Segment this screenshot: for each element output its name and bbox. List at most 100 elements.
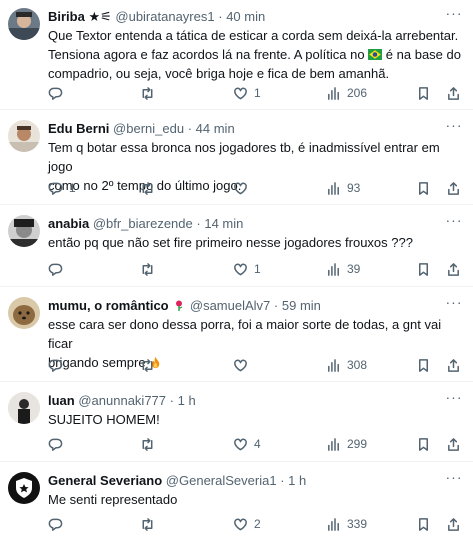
views-button[interactable]: 93 [326,178,360,198]
view-count: 206 [347,86,368,100]
repost-icon [142,86,153,100]
views-icon [328,437,339,451]
tweet-text-fragment: Tensiona agora e faz acordos lá na frent… [48,47,365,62]
separator: · [196,216,201,231]
views-icon [328,262,339,276]
views-button[interactable]: 299 [326,434,367,454]
reply-icon [48,263,63,276]
like-button[interactable]: 1 [233,83,261,103]
views-icon [328,517,339,531]
reply-button[interactable] [48,434,69,454]
share-button[interactable] [446,355,461,375]
repost-button[interactable] [140,83,161,103]
share-button[interactable] [446,434,461,454]
tweet-2[interactable]: Edu Berni @berni_edu · 44 min ··· Tem q … [0,110,473,205]
like-count: 1 [254,86,261,100]
share-button[interactable] [446,83,461,103]
like-icon [234,263,247,275]
repost-button[interactable] [140,259,161,279]
timestamp[interactable]: 59 min [282,298,321,313]
display-name[interactable]: Edu Berni [48,121,109,136]
tweet-text-line: esse cara ser dono dessa porra, foi a ma… [48,317,442,351]
timestamp[interactable]: 14 min [204,216,243,231]
like-button[interactable] [233,355,254,375]
reply-button[interactable] [48,83,69,103]
repost-icon [142,358,153,372]
reply-icon [48,438,63,451]
display-name[interactable]: luan [48,393,75,408]
reply-button[interactable] [48,355,69,375]
timestamp[interactable]: 44 min [196,121,235,136]
repost-button[interactable] [140,514,161,534]
views-button[interactable]: 39 [326,259,360,279]
tweet-1[interactable]: Biriba ★⚟ @ubiratanayres1 · 40 min ··· Q… [0,0,473,110]
bookmark-icon [419,437,428,451]
repost-icon [142,437,153,451]
more-icon[interactable]: ··· [445,118,463,137]
user-handle[interactable]: @berni_edu [113,121,184,136]
like-icon [234,438,247,450]
bookmark-button[interactable] [416,83,431,103]
like-icon [234,359,247,371]
view-count: 339 [347,517,368,531]
more-icon[interactable]: ··· [445,295,463,314]
user-handle[interactable]: @bfr_biarezende [93,216,193,231]
like-button[interactable] [233,178,254,198]
like-button[interactable]: 4 [233,434,261,454]
repost-button[interactable] [140,355,161,375]
tweet-5[interactable]: luan @anunnaki777 · 1 h ··· SUJEITO HOME… [0,382,473,462]
bookmark-button[interactable] [416,259,431,279]
timestamp[interactable]: 40 min [226,9,265,24]
repost-button[interactable] [140,178,161,198]
like-button[interactable]: 1 [233,259,261,279]
avatar[interactable] [8,120,40,152]
views-button[interactable]: 339 [326,514,367,534]
bookmark-button[interactable] [416,434,431,454]
separator: · [273,298,279,313]
user-handle[interactable]: @ubiratanayres1 [115,9,214,24]
more-icon[interactable]: ··· [445,390,463,409]
tweet-4[interactable]: mumu, o romântico @samuelAlv7 · 59 min ·… [0,287,473,382]
tweet-6[interactable]: General Severiano @GeneralSeveria1 · 1 h… [0,462,473,544]
reply-button[interactable] [48,514,69,534]
timestamp[interactable]: 1 h [178,393,196,408]
view-count: 299 [347,437,368,451]
bookmark-button[interactable] [416,355,431,375]
tweet-header: mumu, o romântico @samuelAlv7 · 59 min [48,297,443,314]
repost-button[interactable] [140,434,161,454]
views-button[interactable]: 308 [326,355,367,375]
avatar[interactable] [8,297,40,329]
reply-button[interactable]: 1 [48,178,76,198]
display-name[interactable]: Biriba ★⚟ [48,9,112,24]
share-button[interactable] [446,514,461,534]
avatar[interactable] [8,472,40,504]
display-name[interactable]: General Severiano [48,473,162,488]
brazil-flag-icon [368,49,383,60]
bookmark-button[interactable] [416,178,431,198]
tweet-actions: 1 93 [48,178,463,198]
more-icon[interactable]: ··· [445,470,463,489]
user-handle[interactable]: @anunnaki777 [78,393,166,408]
display-name[interactable]: anabia [48,216,89,231]
like-icon [234,518,247,530]
avatar[interactable] [8,215,40,247]
user-handle[interactable]: @samuelAlv7 [190,298,270,313]
tweet-text: SUJEITO HOMEM! [48,410,461,429]
timestamp[interactable]: 1 h [288,473,306,488]
tweet-3[interactable]: anabia @bfr_biarezende · 14 min ··· entã… [0,205,473,287]
like-count: 2 [254,517,261,531]
views-button[interactable]: 206 [326,83,367,103]
more-icon[interactable]: ··· [445,213,463,232]
like-icon [234,182,247,194]
like-icon [234,87,247,99]
user-handle[interactable]: @GeneralSeveria1 [166,473,277,488]
avatar[interactable] [8,392,40,424]
share-button[interactable] [446,259,461,279]
reply-button[interactable] [48,259,69,279]
like-button[interactable]: 2 [233,514,261,534]
share-button[interactable] [446,178,461,198]
avatar[interactable] [8,8,40,40]
bookmark-button[interactable] [416,514,431,534]
more-icon[interactable]: ··· [445,6,463,25]
display-name[interactable]: mumu, o romântico [48,298,169,313]
